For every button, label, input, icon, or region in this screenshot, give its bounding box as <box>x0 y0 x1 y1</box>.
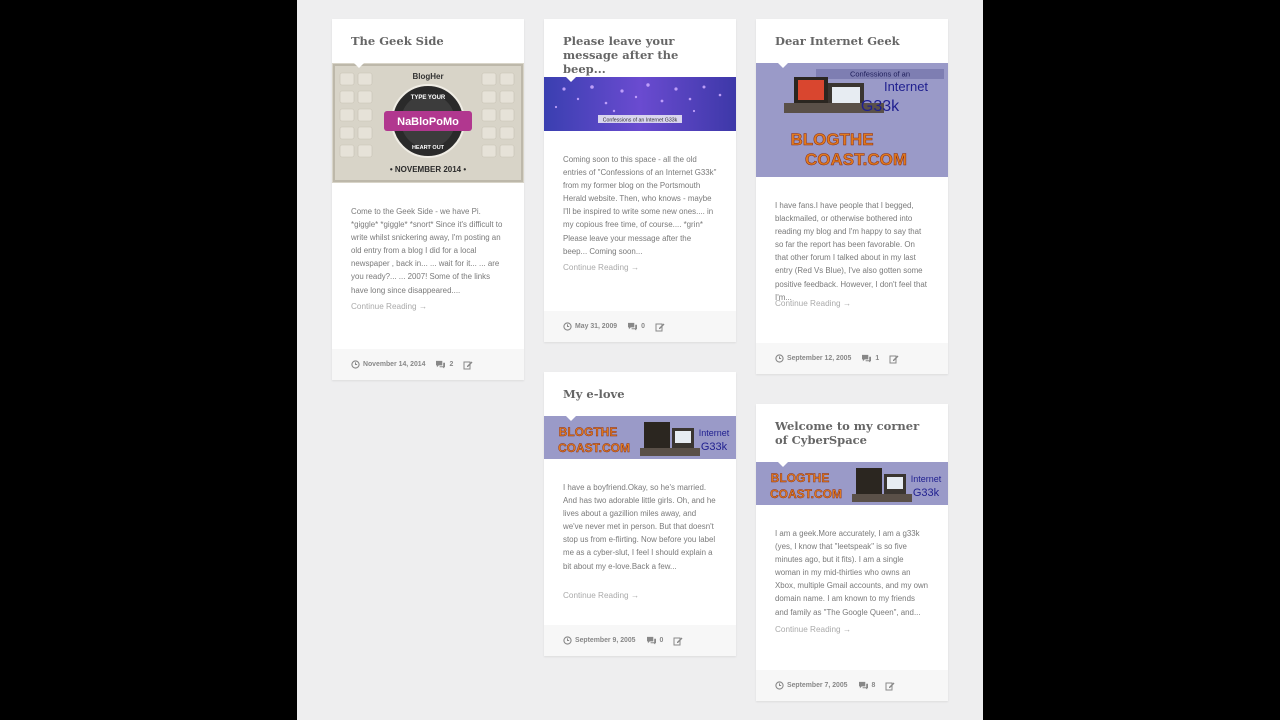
edit-post-button[interactable] <box>889 354 902 364</box>
edit-post-button[interactable] <box>885 681 898 691</box>
badge-ring-bottom: HEART OUT <box>412 145 445 151</box>
edit-icon <box>889 355 899 363</box>
post-date: May 31, 2009 <box>563 322 617 331</box>
logo-line2: Internet <box>884 79 928 94</box>
clock-icon <box>563 322 572 331</box>
badge-ring-top: TYPE YOUR <box>411 95 446 101</box>
purple-banner-image: Confessions of an Internet G33k <box>544 77 736 131</box>
edit-post-button[interactable] <box>463 360 476 370</box>
post-comments-count: 0 <box>641 323 645 330</box>
clock-icon <box>563 636 572 645</box>
banner-line2: Internet <box>911 474 942 484</box>
edit-post-button[interactable] <box>673 636 686 646</box>
banner-brand2: COAST.COM <box>558 441 630 455</box>
banner-brand1: BLOGTHE <box>771 471 830 485</box>
post-date-text: September 7, 2005 <box>787 682 848 689</box>
clock-icon <box>351 360 360 369</box>
blogthecoast-banner-image: BLOGTHE COAST.COM Internet G33k <box>544 416 736 459</box>
post-comments[interactable]: 0 <box>646 636 664 645</box>
post-date: September 9, 2005 <box>563 636 636 645</box>
post-date: September 12, 2005 <box>775 354 851 363</box>
post-meta: September 12, 2005 1 <box>756 343 948 374</box>
post-thumbnail[interactable]: BLOGTHE COAST.COM Internet G33k <box>544 416 736 459</box>
post-date-text: May 31, 2009 <box>575 323 618 330</box>
post-card: Please leave your message after the beep… <box>544 19 736 342</box>
banner-brand2: COAST.COM <box>770 487 842 501</box>
continue-reading-link[interactable]: Continue Reading → <box>756 625 870 634</box>
edit-icon <box>463 361 473 369</box>
post-title[interactable]: Welcome to my corner of CyberSpace <box>756 404 948 462</box>
clock-icon <box>775 354 784 363</box>
continue-reading-link[interactable]: Continue Reading → <box>544 591 658 600</box>
badge-caption: • NOVEMBER 2014 • <box>390 165 466 174</box>
post-comments[interactable]: 8 <box>858 681 876 690</box>
badge-brand: BlogHer <box>412 72 443 81</box>
post-excerpt: Come to the Geek Side - we have Pi. *gig… <box>351 207 503 295</box>
post-thumbnail[interactable]: Confessions of an Internet G33k BLOGTHE … <box>756 63 948 177</box>
comments-icon <box>628 322 638 331</box>
edit-icon <box>885 682 895 690</box>
logo-brand1: BLOGTHE <box>790 130 873 149</box>
comments-icon <box>436 360 446 369</box>
blogthecoast-banner-image: BLOGTHE COAST.COM Internet G33k <box>756 462 948 505</box>
comments-icon <box>646 636 656 645</box>
banner-line3: G33k <box>913 487 940 499</box>
comments-icon <box>858 681 868 690</box>
post-card: Welcome to my corner of CyberSpace BLOGT… <box>756 404 948 701</box>
post-thumbnail[interactable]: Confessions of an Internet G33k <box>544 77 736 131</box>
post-excerpt: I am a geek.More accurately, I am a g33k… <box>775 529 929 617</box>
post-card: My e-love BLOGTHE COAST.COM Internet G33… <box>544 372 736 656</box>
post-meta: November 14, 2014 2 <box>332 349 524 380</box>
logo-line3: G33k <box>861 98 900 115</box>
comments-icon <box>862 354 872 363</box>
banner-brand1: BLOGTHE <box>559 425 618 439</box>
badge-banner: NaBloPoMo <box>397 116 459 128</box>
post-date-text: September 9, 2005 <box>575 637 636 644</box>
post-excerpt: Coming soon to this space - all the old … <box>563 155 717 256</box>
banner-caption: Confessions of an Internet G33k <box>603 118 678 124</box>
post-comments[interactable]: 0 <box>627 322 645 331</box>
post-meta: May 31, 2009 0 <box>544 311 736 342</box>
post-comments-count: 1 <box>875 355 880 362</box>
post-title[interactable]: Please leave your message after the beep… <box>544 19 736 77</box>
continue-reading-link[interactable]: Continue Reading → <box>544 263 658 272</box>
continue-reading-link[interactable]: Continue Reading → <box>756 299 870 308</box>
post-meta: September 9, 2005 0 <box>544 625 736 656</box>
post-comments[interactable]: 2 <box>435 360 453 369</box>
post-date-text: September 12, 2005 <box>787 355 852 362</box>
edit-icon <box>673 637 683 645</box>
post-comments-count: 0 <box>659 637 664 644</box>
post-excerpt: I have a boyfriend.Okay, so he's married… <box>563 483 716 571</box>
banner-line2: Internet <box>699 428 730 438</box>
post-card: The Geek Side BlogHer TYPE YOUR HEART OU… <box>332 19 524 380</box>
post-title[interactable]: My e-love <box>544 372 736 416</box>
post-thumbnail[interactable]: BlogHer TYPE YOUR HEART OUT NaBloPoMo • … <box>332 63 524 183</box>
nablopomo-badge-image: BlogHer TYPE YOUR HEART OUT NaBloPoMo • … <box>332 63 524 183</box>
post-excerpt: I have fans.I have people that I begged,… <box>775 201 927 302</box>
continue-reading-link[interactable]: Continue Reading → <box>332 302 446 311</box>
logo-line1: Confessions of an <box>850 70 910 79</box>
post-date: November 14, 2014 <box>351 360 425 369</box>
post-title[interactable]: The Geek Side <box>332 19 524 63</box>
blogthecoast-logo-image: Confessions of an Internet G33k BLOGTHE … <box>756 63 948 177</box>
post-date-text: November 14, 2014 <box>363 361 426 368</box>
post-comments-count: 2 <box>449 361 454 368</box>
post-thumbnail[interactable]: BLOGTHE COAST.COM Internet G33k <box>756 462 948 505</box>
post-meta: September 7, 2005 8 <box>756 670 948 701</box>
post-comments[interactable]: 1 <box>861 354 879 363</box>
post-card: Dear Internet Geek Confessions of an Int… <box>756 19 948 374</box>
post-comments-count: 8 <box>871 682 876 689</box>
banner-line3: G33k <box>701 441 728 453</box>
blog-page: The Geek Side BlogHer TYPE YOUR HEART OU… <box>297 0 983 720</box>
clock-icon <box>775 681 784 690</box>
edit-icon <box>655 323 665 331</box>
post-date: September 7, 2005 <box>775 681 848 690</box>
post-title[interactable]: Dear Internet Geek <box>756 19 948 63</box>
logo-brand2: COAST.COM <box>805 150 907 169</box>
edit-post-button[interactable] <box>655 322 668 332</box>
